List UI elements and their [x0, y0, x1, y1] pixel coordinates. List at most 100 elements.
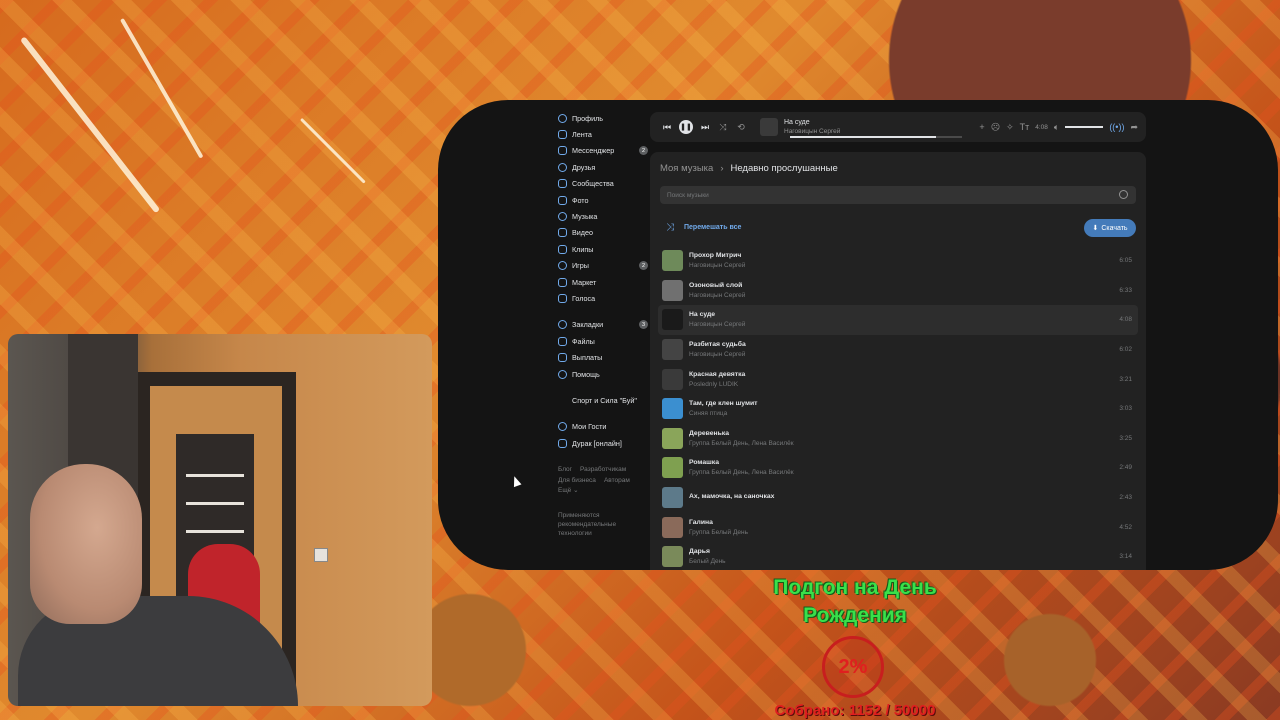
sidebar-item-помощь[interactable]: Помощь — [558, 366, 648, 382]
games-icon — [558, 261, 567, 271]
track-cover — [662, 339, 683, 361]
sidebar-item-клипы[interactable]: Клипы — [558, 241, 648, 257]
track-cover — [662, 546, 683, 568]
lyrics-icon[interactable]: Tт — [1020, 122, 1030, 132]
footer-link[interactable]: Разработчикам — [580, 466, 626, 473]
track-row[interactable]: Галина Группа Белый День 4:52 — [658, 512, 1138, 542]
track-artist[interactable]: Белый День — [689, 558, 726, 565]
sidebar-item-мессенджер[interactable]: Мессенджер 2 — [558, 143, 648, 159]
shuffle-all-button[interactable]: ⤨ Перемешать все — [666, 222, 741, 233]
track-artist[interactable]: Синяя птица — [689, 410, 758, 417]
friends-icon — [558, 162, 567, 172]
sidebar-item-видео[interactable]: Видео — [558, 225, 648, 241]
track-row[interactable]: Ромашка Группа Белый День, Лена Василёк 2:… — [658, 453, 1138, 483]
sidebar-item-друзья[interactable]: Друзья — [558, 159, 648, 175]
sidebar-item-игры[interactable]: Игры 2 — [558, 258, 648, 274]
breadcrumb-current: Недавно прослушанные — [730, 163, 838, 174]
search-icon[interactable] — [1119, 190, 1128, 199]
payments-icon — [558, 353, 567, 363]
track-row[interactable]: Прохор Митрич Наговицын Сергей 6:05 — [658, 246, 1138, 276]
track-artist[interactable]: Группа Белый День — [689, 529, 748, 536]
footer-link[interactable]: Авторам — [604, 477, 630, 484]
track-cover — [662, 516, 683, 538]
player-track-artist[interactable]: Наговицын Сергей — [784, 128, 924, 135]
sidebar-item-label: Выплаты — [572, 353, 603, 363]
sidebar-item-label: Дурак [онлайн] — [572, 438, 622, 448]
track-artist[interactable]: Наговицын Сергей — [689, 321, 745, 328]
pause-icon[interactable]: ❚❚ — [679, 120, 693, 134]
player-track-title: На суде — [784, 119, 810, 126]
track-artist[interactable]: Наговицын Сергей — [689, 292, 745, 299]
track-row[interactable]: Дарья Белый День 3:14 — [658, 542, 1138, 570]
sidebar-item-музыка[interactable]: Музыка — [558, 208, 648, 224]
track-artist[interactable]: Poslednly LUDIK — [689, 381, 745, 388]
volume-slider[interactable] — [1065, 126, 1104, 128]
breadcrumb-root[interactable]: Моя музыка — [660, 163, 713, 174]
track-row[interactable]: Озоновый слой Наговицын Сергей 6:33 — [658, 276, 1138, 306]
door-panel — [186, 530, 244, 533]
sidebar-group-link[interactable]: Спорт и Сила "Буй" — [558, 392, 648, 408]
player-cover — [760, 118, 778, 136]
sidebar-item-сообщества[interactable]: Сообщества — [558, 176, 648, 192]
shuffle-icon[interactable]: ⤨ — [714, 122, 732, 133]
track-artist[interactable]: Группа Белый День, Лена Василёк — [689, 440, 794, 447]
track-row[interactable]: На суде Наговицын Сергей 4:08 — [658, 305, 1138, 335]
track-row[interactable]: Красная девятка Poslednly LUDIK 3:21 — [658, 364, 1138, 394]
news-icon — [558, 130, 567, 140]
sidebar-item-выплаты[interactable]: Выплаты — [558, 349, 648, 365]
recommendation-note[interactable]: Применяются рекомендательные технологии — [558, 511, 628, 538]
repeat-icon[interactable]: ⟲ — [732, 122, 750, 133]
track-title: Там, где клен шумит — [689, 400, 758, 408]
broadcast-icon[interactable]: ((•)) — [1109, 122, 1124, 132]
files-icon — [558, 336, 567, 346]
footer-link[interactable]: Блог — [558, 466, 572, 473]
share-icon[interactable]: ➦ — [1130, 122, 1138, 133]
sidebar-item-лента[interactable]: Лента — [558, 126, 648, 142]
player-progress-bar[interactable] — [790, 136, 962, 138]
sidebar-item-маркет[interactable]: Маркет — [558, 274, 648, 290]
volume-icon[interactable]: 🔈︎ — [1054, 122, 1059, 133]
sidebar-item-закладки[interactable]: Закладки 3 — [558, 317, 648, 333]
footer-link[interactable]: Для бизнеса — [558, 477, 596, 484]
track-duration: 4:52 — [1119, 523, 1132, 531]
music-search-input[interactable]: Поиск музыки — [660, 186, 1136, 204]
sidebar-item-голоса[interactable]: Голоса — [558, 290, 648, 306]
sidebar-item-мои-гости[interactable]: Мои Гости — [558, 419, 648, 435]
previous-track-icon[interactable]: ⏮ — [658, 122, 676, 133]
track-duration: 3:14 — [1119, 553, 1132, 561]
track-row[interactable]: Ах, мамочка, на саночках 2:43 — [658, 483, 1138, 513]
sidebar-item-label: Лента — [572, 130, 592, 140]
add-icon[interactable]: + — [979, 122, 984, 132]
download-button[interactable]: ⬇ Скачать — [1084, 219, 1136, 237]
next-track-icon[interactable]: ⏭ — [696, 122, 714, 133]
track-duration: 6:33 — [1119, 286, 1132, 294]
streamer-head — [30, 464, 142, 624]
search-placeholder: Поиск музыки — [667, 191, 709, 199]
sidebar-item-файлы[interactable]: Файлы — [558, 333, 648, 349]
track-artist[interactable]: Наговицын Сергей — [689, 351, 746, 358]
track-artist[interactable]: Группа Белый День, Лена Василёк — [689, 469, 794, 476]
sidebar-item-label: Сообщества — [572, 179, 614, 189]
track-title: Ах, мамочка, на саночках — [689, 492, 775, 500]
track-title: Деревенька — [689, 429, 729, 437]
sidebar-item-профиль[interactable]: Профиль — [558, 110, 648, 126]
dislike-icon[interactable]: ☹ — [991, 122, 1000, 133]
download-icon: ⬇ — [1092, 225, 1099, 232]
footer-link[interactable]: Ещё ⌄ — [558, 487, 579, 494]
sidebar-item-дурак-онлайн[interactable]: Дурак [онлайн] — [558, 435, 648, 451]
track-duration: 6:02 — [1119, 346, 1132, 354]
track-row[interactable]: Деревенька Группа Белый День, Лена Василё… — [658, 424, 1138, 454]
track-row[interactable]: Разбитая судьба Наговицын Сергей 6:02 — [658, 335, 1138, 365]
track-row[interactable]: Там, где клен шумит Синяя птица 3:03 — [658, 394, 1138, 424]
sidebar-item-фото[interactable]: Фото — [558, 192, 648, 208]
messenger-icon — [558, 146, 567, 156]
track-list: Прохор Митрич Наговицын Сергей 6:05 Озоновы… — [658, 246, 1138, 570]
count-badge: 2 — [639, 146, 648, 156]
player-progress-fill — [790, 136, 937, 138]
sidebar-item-label: Профиль — [572, 113, 604, 123]
track-title: Ромашка — [689, 459, 719, 467]
track-duration: 6:05 — [1119, 257, 1132, 265]
track-artist[interactable]: Наговицын Сергей — [689, 262, 745, 269]
recommend-icon[interactable]: ✧ — [1006, 122, 1014, 133]
music-icon — [558, 212, 567, 222]
